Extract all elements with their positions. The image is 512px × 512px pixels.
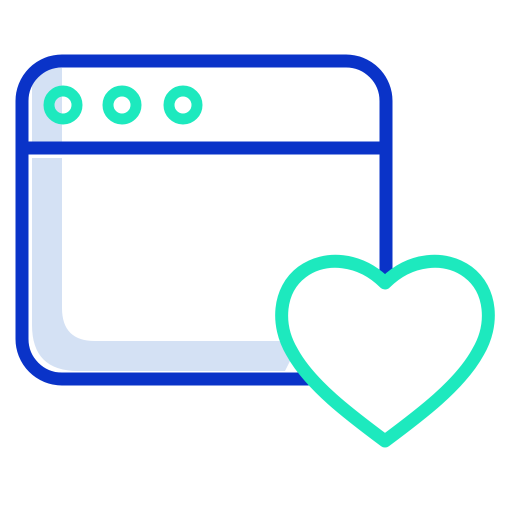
window-dot-2-icon bbox=[102, 85, 142, 125]
window-shade bbox=[32, 158, 300, 371]
window-dot-3-icon bbox=[163, 85, 203, 125]
icon-canvas bbox=[0, 0, 512, 512]
browser-favorite-icon bbox=[15, 54, 495, 448]
window-dot-1-icon bbox=[43, 85, 83, 125]
